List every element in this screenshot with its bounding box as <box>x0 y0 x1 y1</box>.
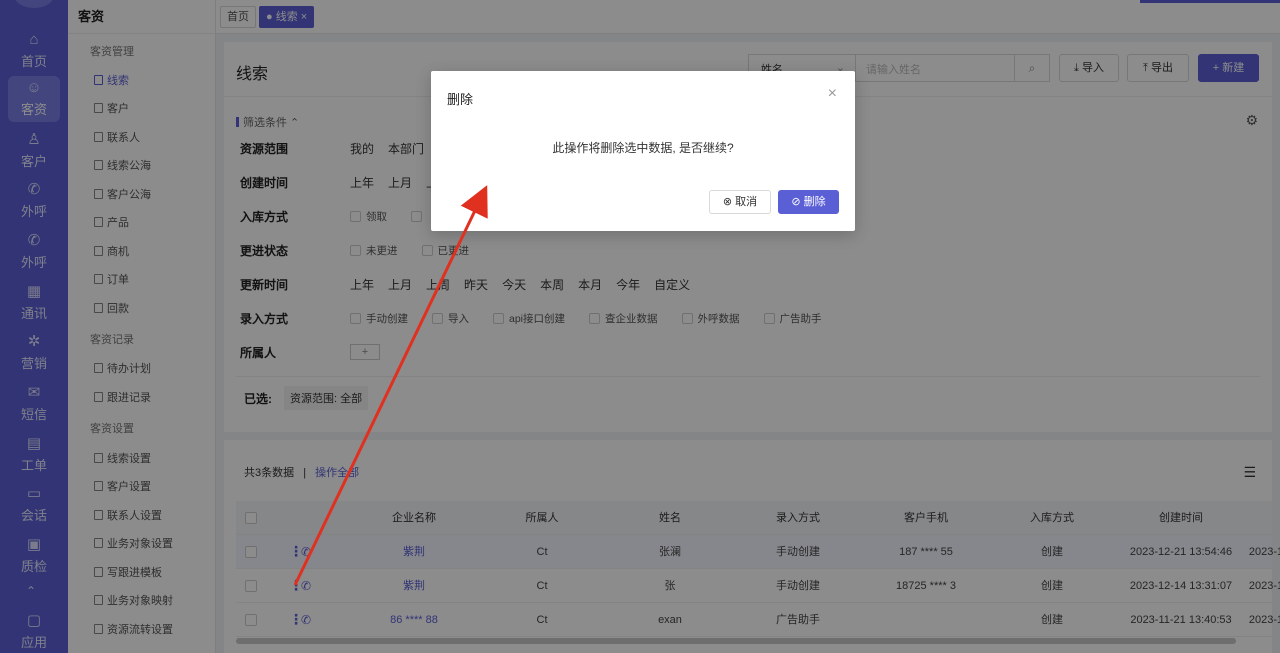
delete-button[interactable]: ⊘ 删除 <box>778 190 839 214</box>
close-icon[interactable]: × <box>828 85 837 103</box>
delete-dialog: 删除 × 此操作将删除选中数据, 是否继续? ⊗ 取消 ⊘ 删除 <box>431 71 855 231</box>
cancel-button[interactable]: ⊗ 取消 <box>709 190 771 214</box>
dialog-title: 删除 <box>447 92 474 107</box>
dialog-message: 此操作将删除选中数据, 是否继续? <box>552 141 734 155</box>
